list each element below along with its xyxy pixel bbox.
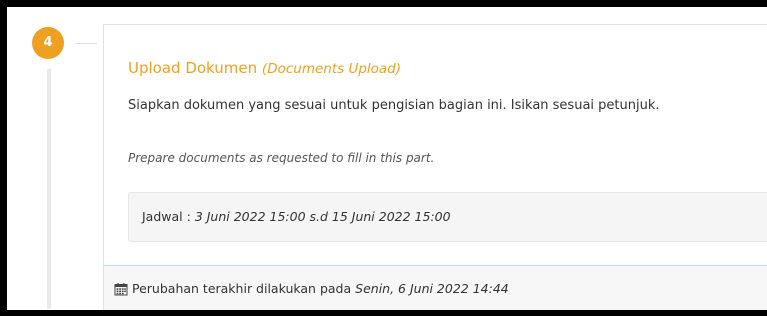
card-title-id: Upload Dokumen: [128, 59, 258, 77]
step-card: Upload Dokumen (Documents Upload) Siapka…: [103, 24, 767, 310]
card-footer: Perubahan terakhir dilakukan pada Senin,…: [104, 265, 767, 310]
schedule-label: Jadwal :: [142, 209, 191, 224]
timeline-line: [47, 69, 51, 309]
schedule-box: Jadwal : 3 Juni 2022 15:00 s.d 15 Juni 2…: [128, 192, 767, 242]
page-frame: 4 Upload Dokumen (Documents Upload) Siap…: [7, 7, 767, 310]
card-description-en: Prepare documents as requested to fill i…: [128, 151, 435, 165]
schedule-value: 3 Juni 2022 15:00 s.d 15 Juni 2022 15:00: [194, 209, 451, 224]
timeline-connector: [75, 43, 97, 44]
card-title-en: (Documents Upload): [261, 61, 402, 77]
schedule-text: Jadwal : 3 Juni 2022 15:00 s.d 15 Juni 2…: [142, 209, 451, 224]
card-title: Upload Dokumen (Documents Upload): [128, 59, 401, 77]
footer-date: Senin, 6 Juni 2022 14:44: [355, 281, 509, 296]
card-description: Siapkan dokumen yang sesuai untuk pengis…: [128, 98, 660, 113]
calendar-icon: [114, 282, 128, 296]
footer-text: Perubahan terakhir dilakukan pada Senin,…: [114, 281, 509, 296]
step-number-badge: 4: [32, 27, 64, 59]
footer-label: Perubahan terakhir dilakukan pada: [132, 281, 352, 296]
